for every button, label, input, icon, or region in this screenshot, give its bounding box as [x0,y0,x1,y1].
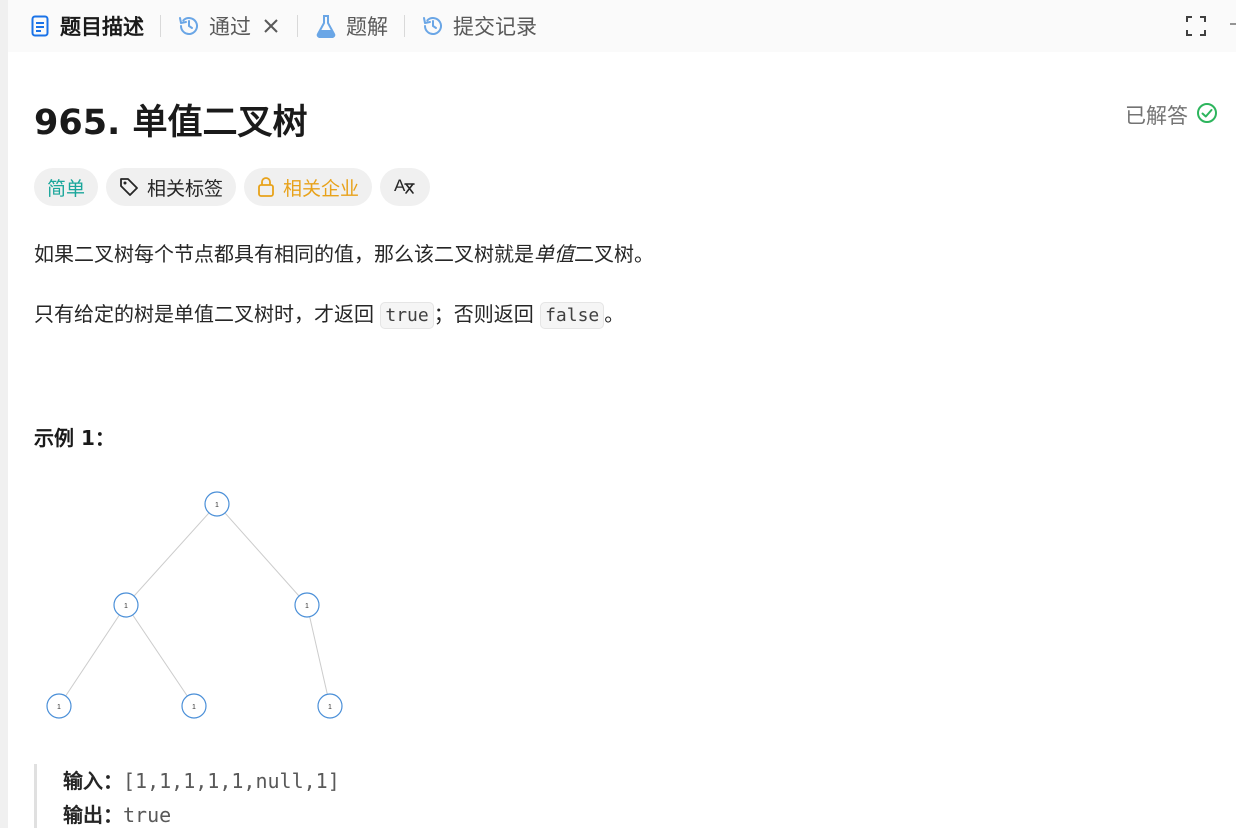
tab-divider [404,15,405,37]
tree-node-value: 1 [328,704,332,711]
difficulty-badge[interactable]: 简单 [34,168,99,206]
output-label: 输出： [63,803,123,827]
input-label: 输入： [63,769,123,793]
tab-submissions[interactable]: 提交记录 [411,0,547,52]
translate-icon-letter: A [394,176,406,195]
related-companies-button[interactable]: 相关企业 [244,168,373,206]
tab-solutions[interactable]: 题解 [304,0,398,52]
solved-label: 已解答 [1125,104,1188,128]
related-topics-label: 相关标签 [147,177,224,200]
tab-submissions-label: 提交记录 [453,15,537,39]
check-circle-icon [1188,102,1218,129]
tree-node-value: 1 [215,502,219,509]
tag-row: 简单 相关标签 相关企业 A [34,168,438,206]
flask-icon [314,14,338,38]
desc2-text: 只有给定的树是单值二叉树时，才返回 [34,302,381,326]
overflow-edge [1230,14,1236,34]
tree-node-value: 1 [305,603,309,610]
tab-passed[interactable]: 通过 [167,0,291,52]
tree-node-value: 1 [57,704,61,711]
translate-button[interactable]: A [380,168,431,206]
tab-bar: 题目描述 通过 题解 提交记录 [8,0,1236,52]
tab-passed-label: 通过 [209,15,251,39]
translate-icon: A [393,174,417,201]
output-value: true [123,803,172,827]
desc1-text-end: 二叉树。 [574,242,654,266]
desc2-text-end: 。 [604,302,625,326]
example-input-line: 输入：[1,1,1,1,1,null,1] [63,764,340,798]
code-false: false [540,302,605,329]
history-icon [177,14,201,38]
description-paragraph-1: 如果二叉树每个节点都具有相同的值，那么该二叉树就是单值二叉树。 [34,238,654,267]
description-paragraph-2: 只有给定的树是单值二叉树时，才返回 true ；否则返回 false。 [34,298,625,329]
input-value: [1,1,1,1,1,null,1] [123,769,340,793]
related-topics-button[interactable]: 相关标签 [106,168,237,206]
related-companies-label: 相关企业 [283,177,360,200]
close-icon[interactable] [261,16,281,36]
desc1-text: 如果二叉树每个节点都具有相同的值，那么该二叉树就是 [34,242,534,266]
tab-description[interactable]: 题目描述 [8,0,154,52]
tag-icon [119,177,139,197]
tab-description-label: 题目描述 [60,15,144,39]
document-icon [28,14,52,38]
problem-panel: 965. 单值二叉树 已解答 简单 相关标签 相关企业 A 如果二叉树每个节点都… [8,52,1236,828]
tab-divider [160,15,161,37]
solved-status: 已解答 [1125,100,1218,130]
tree-node-value: 1 [124,603,128,610]
example-output-line: 输出：true [63,798,340,828]
lock-icon [257,177,275,197]
example-io-block: 输入：[1,1,1,1,1,null,1] 输出：true [34,764,340,828]
history-icon [421,14,445,38]
desc1-emphasis: 单值 [534,242,574,266]
fullscreen-icon[interactable] [1184,14,1208,38]
example-tree-image: 1 1 1 1 1 1 [46,491,343,719]
problem-title[interactable]: 965. 单值二叉树 [34,94,308,145]
tab-divider [297,15,298,37]
example-heading: 示例 1： [34,426,115,450]
tree-node-value: 1 [192,704,196,711]
tab-solutions-label: 题解 [346,15,388,39]
desc2-text-mid: ；否则返回 [433,302,541,326]
code-true: true [380,302,434,329]
difficulty-label: 简单 [47,177,86,200]
